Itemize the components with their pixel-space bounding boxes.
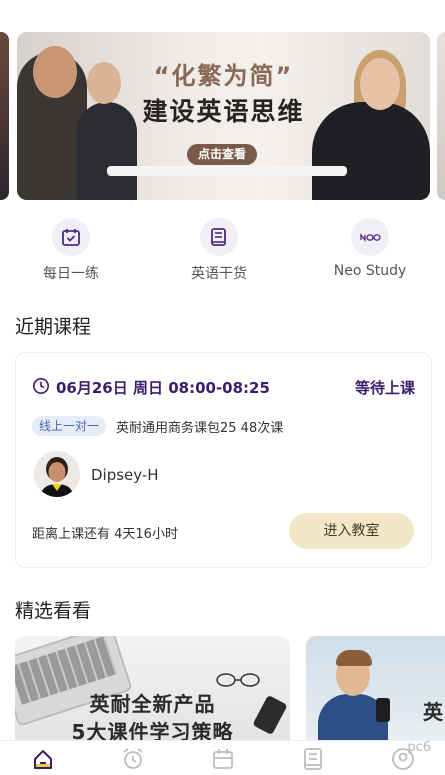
course-card[interactable]: 06月26日 周日 08:00-08:25 等待上课 线上一对一 英耐通用商务课… xyxy=(15,352,432,568)
banner-carousel[interactable]: “化繁为简” 建设英语思维 点击查看 xyxy=(0,32,445,200)
banner-title: “化繁为简” xyxy=(153,62,294,90)
quick-entries: 每日一练 英语干货 Neo Study xyxy=(0,218,445,284)
recent-courses-title: 近期课程 xyxy=(15,316,92,338)
featured-card-title: 英耐全新产品 xyxy=(89,692,216,716)
quick-entry-english-tips[interactable]: 英语干货 xyxy=(159,218,279,283)
featured-card-title: 英 xyxy=(423,700,443,724)
watermark-logo: pc6 xyxy=(407,740,431,755)
teacher-avatar xyxy=(34,451,80,497)
featured-card[interactable]: 英耐全新产品 5大课件学习策略 xyxy=(15,636,290,740)
featured-card[interactable]: 英 xyxy=(306,636,445,740)
banner-view-button[interactable]: 点击查看 xyxy=(187,144,257,165)
banner-prev-peek[interactable] xyxy=(0,32,9,200)
quick-entry-label: Neo Study xyxy=(333,263,407,279)
featured-title: 精选看看 xyxy=(15,600,92,622)
bottom-tab-bar xyxy=(0,740,445,772)
course-name: 英耐通用商务课包25 48次课 xyxy=(116,421,284,436)
calendar-icon[interactable] xyxy=(211,747,235,771)
quick-entry-neo-study[interactable]: Neo Study xyxy=(310,218,430,279)
banner-slide[interactable]: “化繁为简” 建设英语思维 点击查看 xyxy=(17,32,430,200)
banner-next-peek[interactable] xyxy=(437,32,445,200)
teacher-name: Dipsey-H xyxy=(91,466,159,484)
document-icon[interactable] xyxy=(301,747,325,771)
glasses-image xyxy=(216,673,260,687)
neo-logo-icon xyxy=(351,218,389,256)
quick-entry-label: 英语干货 xyxy=(191,266,247,282)
enter-classroom-button[interactable]: 进入教室 xyxy=(289,513,414,549)
course-countdown: 距离上课还有 4天16小时 xyxy=(32,527,178,542)
clock-icon xyxy=(32,377,50,399)
calendar-check-icon xyxy=(52,218,90,256)
course-status: 等待上课 xyxy=(354,379,415,397)
home-icon[interactable] xyxy=(31,747,55,771)
course-type-tag: 线上一对一 xyxy=(32,416,107,436)
banner-subtitle: 建设英语思维 xyxy=(142,97,305,126)
course-datetime: 06月26日 周日 08:00-08:25 xyxy=(56,379,270,397)
alarm-clock-icon[interactable] xyxy=(121,747,145,771)
quick-entry-daily-practice[interactable]: 每日一练 xyxy=(11,218,131,283)
quick-entry-label: 每日一练 xyxy=(43,266,99,282)
featured-card-subtitle: 5大课件学习策略 xyxy=(71,720,234,740)
book-icon xyxy=(200,218,238,256)
